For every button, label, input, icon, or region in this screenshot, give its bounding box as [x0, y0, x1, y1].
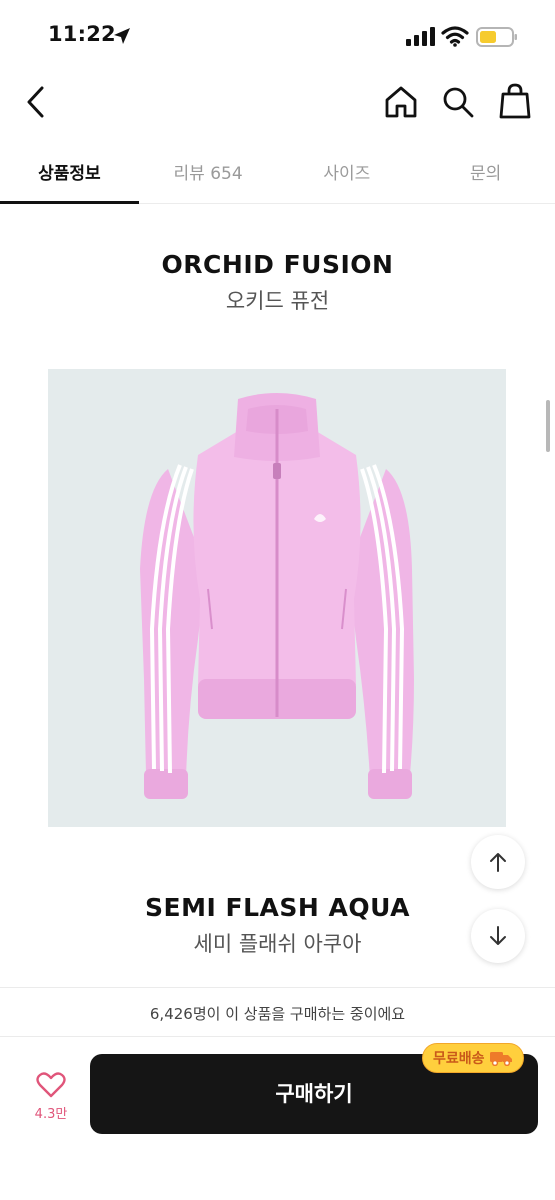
tab-product-info[interactable]: 상품정보 — [0, 138, 139, 204]
like-count: 4.3만 — [34, 1107, 68, 1122]
home-icon[interactable] — [383, 84, 419, 120]
wifi-icon — [441, 26, 469, 47]
status-time: 11:22 — [48, 22, 116, 46]
heart-icon — [36, 1072, 66, 1098]
status-bar: 11:22 — [0, 0, 555, 70]
location-arrow-icon — [114, 28, 130, 44]
color-name-en-2: SEMI FLASH AQUA — [145, 893, 410, 922]
scroll-indicator[interactable] — [546, 400, 550, 452]
tab-inquiry[interactable]: 문의 — [416, 138, 555, 203]
bottom-action-bar: 4.3만 구매하기 무료배송 — [0, 1037, 555, 1200]
purchase-notice: 6,426명이 이 상품을 구매하는 중이에요 — [0, 987, 555, 1037]
signal-icon — [406, 27, 435, 46]
free-shipping-badge: 무료배송 — [422, 1043, 524, 1073]
product-tabs: 상품정보 리뷰 654 사이즈 문의 — [0, 138, 555, 204]
like-button[interactable]: 4.3만 — [22, 1071, 80, 1122]
battery-icon — [476, 27, 517, 47]
free-shipping-label: 무료배송 — [433, 1051, 485, 1067]
search-icon[interactable] — [440, 84, 476, 120]
jacket-illustration — [140, 393, 414, 799]
shopping-bag-icon[interactable] — [497, 82, 533, 120]
truck-icon — [489, 1052, 512, 1066]
nav-header — [0, 70, 555, 136]
color-name-ko-2: 세미 플래쉬 아쿠아 — [193, 932, 362, 956]
color-name-ko: 오키드 퓨전 — [225, 289, 330, 313]
back-icon[interactable] — [18, 82, 54, 122]
arrow-up-icon — [490, 853, 506, 872]
tab-reviews[interactable]: 리뷰 654 — [139, 138, 278, 203]
product-image — [48, 369, 506, 827]
tab-size[interactable]: 사이즈 — [278, 138, 417, 203]
scroll-up-button[interactable] — [471, 835, 525, 889]
color-name-en: ORCHID FUSION — [161, 250, 394, 279]
